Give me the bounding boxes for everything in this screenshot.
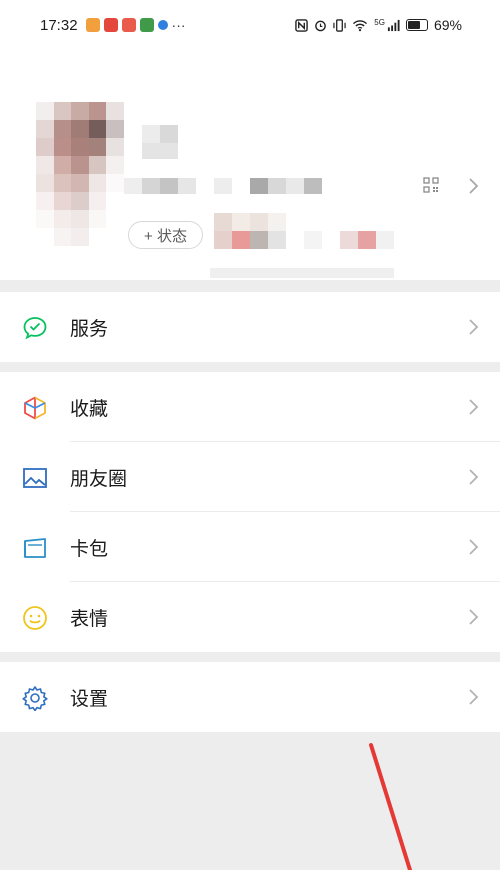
- avatar-pixel: [53, 138, 72, 156]
- menu-label-service: 服务: [70, 318, 109, 340]
- wifi-icon: [353, 19, 368, 31]
- avatar-pixel: [53, 246, 72, 264]
- avatar-pixel: [106, 210, 124, 228]
- alarm-icon: [315, 20, 327, 31]
- battery-icon: [405, 19, 428, 31]
- avatar-pixel: [88, 120, 107, 138]
- app-notification-icon: [157, 20, 168, 30]
- avatar-pixel: [53, 156, 72, 174]
- menu-label-favorites: 收藏: [70, 398, 109, 420]
- avatar-pixel: [88, 228, 107, 246]
- avatar-pixel: [36, 228, 54, 246]
- chevron-right-icon: [469, 178, 479, 194]
- status-time: 17:32: [40, 16, 78, 34]
- avatar-pixel: [71, 228, 89, 246]
- avatar-pixel: [88, 102, 107, 120]
- avatar-pixel: [36, 156, 54, 174]
- avatar-pixel: [53, 102, 72, 120]
- avatar-pixel: [106, 156, 124, 174]
- card-wallet-icon: [24, 538, 46, 558]
- app-notification-icon: [139, 18, 154, 32]
- avatar-pixel: [106, 138, 124, 156]
- app-notification-icon: [103, 18, 118, 32]
- avatar-pixel: [36, 138, 54, 156]
- avatar-pixel: [88, 246, 107, 264]
- avatar-pixel: [71, 138, 89, 156]
- chevron-right-icon: [469, 539, 479, 555]
- avatar-pixel: [88, 210, 107, 228]
- avatar-pixel: [71, 156, 89, 174]
- chevron-right-icon: [469, 319, 479, 335]
- battery-percent: 69%: [433, 17, 462, 33]
- avatar-pixel: [88, 156, 107, 174]
- signal-label: 5G: [374, 17, 385, 27]
- avatar-pixel: [106, 120, 124, 138]
- avatar-pixel: [36, 102, 54, 120]
- status-button-label: + 状态: [144, 227, 187, 245]
- avatar-pixel: [53, 174, 72, 192]
- avatar-pixel: [71, 192, 89, 210]
- smiley-icon: [23, 606, 47, 630]
- app-notification-icon: [121, 18, 136, 32]
- status-left: 17:32 ···: [40, 17, 186, 34]
- menu-group-main: 收藏 朋友圈 卡包 表情: [0, 372, 500, 652]
- chevron-right-icon: [469, 689, 479, 705]
- menu-item-cards[interactable]: 卡包: [0, 512, 500, 582]
- wechat-pay-icon: [23, 317, 47, 340]
- avatar-pixel: [106, 192, 124, 210]
- avatar-pixel: [53, 210, 72, 228]
- menu-label-settings: 设置: [70, 688, 109, 710]
- avatar-pixel: [36, 174, 54, 192]
- status-bar: 17:32 ··· 5G 69%: [0, 0, 500, 50]
- avatar-pixel: [36, 192, 54, 210]
- avatar-pixel: [106, 174, 124, 192]
- menu-group-service: 服务: [0, 292, 500, 362]
- more-notifications-icon: ···: [171, 17, 186, 33]
- avatar-pixel: [88, 174, 107, 192]
- avatar-pixel: [71, 210, 89, 228]
- avatar-pixel: [53, 120, 72, 138]
- avatar-pixel: [53, 192, 72, 210]
- menu-label-moments: 朋友圈: [70, 468, 128, 490]
- avatar-pixel: [106, 246, 124, 264]
- menu-item-stickers[interactable]: 表情: [0, 582, 500, 652]
- avatar[interactable]: [36, 102, 124, 264]
- avatar-pixel: [106, 228, 124, 246]
- picture-icon: [23, 468, 47, 488]
- battery-fill: [407, 21, 420, 29]
- avatar-pixel: [71, 102, 89, 120]
- menu-label-stickers: 表情: [70, 608, 109, 630]
- qr-code-icon[interactable]: [423, 177, 439, 193]
- cube-icon: [24, 396, 46, 420]
- gear-icon: [22, 686, 48, 711]
- menu-item-moments[interactable]: 朋友圈: [0, 442, 500, 512]
- menu-group-settings: 设置: [0, 662, 500, 732]
- chevron-right-icon: [469, 399, 479, 415]
- avatar-pixel: [53, 228, 72, 246]
- avatar-pixel: [36, 246, 54, 264]
- vibrate-icon: [333, 18, 346, 32]
- signal-icon: [387, 19, 400, 31]
- avatar-pixel: [71, 120, 89, 138]
- nfc-icon: [295, 18, 309, 32]
- avatar-pixel: [88, 192, 107, 210]
- profile-header[interactable]: + 状态: [0, 50, 500, 280]
- chevron-right-icon: [469, 469, 479, 485]
- avatar-pixel: [36, 210, 54, 228]
- avatar-pixel: [36, 120, 54, 138]
- avatar-pixel: [71, 174, 89, 192]
- add-status-button[interactable]: + 状态: [128, 221, 203, 249]
- status-right: 5G 69%: [295, 17, 462, 33]
- menu-item-settings[interactable]: 设置: [0, 662, 500, 732]
- menu-item-service[interactable]: 服务: [0, 292, 500, 362]
- avatar-pixel: [88, 138, 107, 156]
- menu-item-favorites[interactable]: 收藏: [0, 372, 500, 442]
- app-notification-icon: [85, 18, 100, 32]
- avatar-pixel: [106, 102, 124, 120]
- avatar-pixel: [71, 246, 89, 264]
- chevron-right-icon: [469, 609, 479, 625]
- menu-label-cards: 卡包: [70, 538, 109, 560]
